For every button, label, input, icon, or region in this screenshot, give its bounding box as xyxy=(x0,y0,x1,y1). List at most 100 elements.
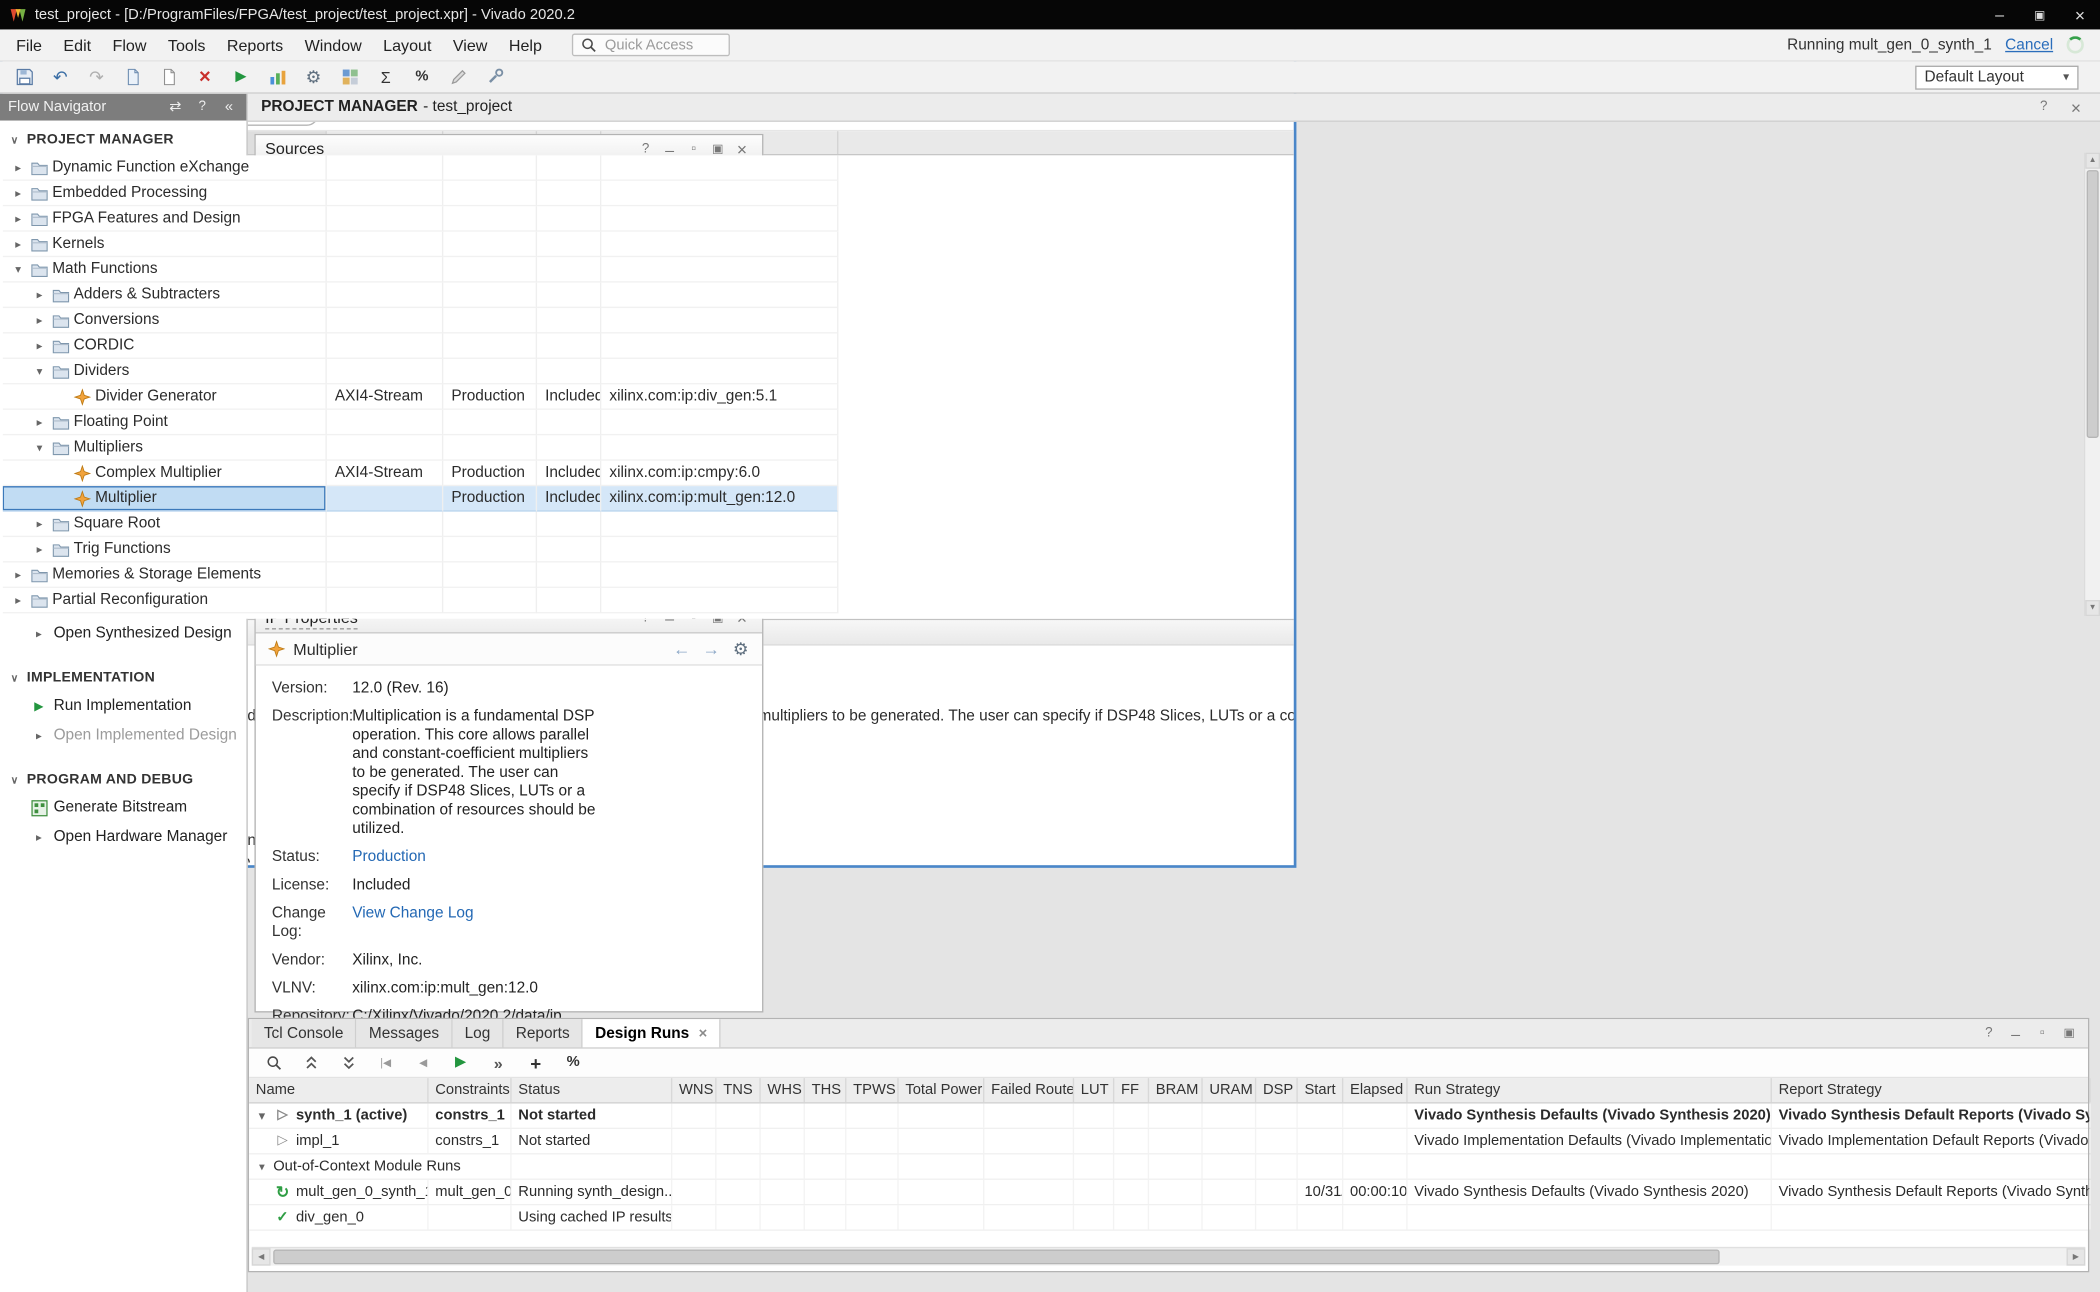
scrollbar-thumb[interactable] xyxy=(273,1250,1719,1265)
column-header-tns[interactable]: TNS xyxy=(717,1078,761,1102)
tab-log[interactable]: Log xyxy=(453,1019,504,1047)
column-header-name[interactable]: Name xyxy=(249,1078,428,1102)
chevron-right-icon[interactable]: ▸ xyxy=(32,542,47,557)
menu-window[interactable]: Window xyxy=(294,33,373,57)
close-button[interactable]: × xyxy=(2060,0,2100,29)
column-header-report-strategy[interactable]: Report Strategy xyxy=(1772,1078,2091,1102)
minimize-button[interactable]: – xyxy=(1979,0,2019,29)
expand-all-button[interactable] xyxy=(336,1051,360,1075)
chevron-down-icon[interactable]: ▾ xyxy=(11,262,26,277)
catalog-row-kernels[interactable]: ▸Kernels xyxy=(3,232,1294,257)
catalog-row-multiplier[interactable]: MultiplierProductionIncludedxilinx.com:i… xyxy=(3,486,1294,511)
edit-button[interactable] xyxy=(442,64,474,91)
chevron-right-icon[interactable]: ▸ xyxy=(32,287,47,302)
catalog-row-floating-point[interactable]: ▸Floating Point xyxy=(3,410,1294,435)
help-button[interactable]: ? xyxy=(2033,96,2054,117)
chevron-down-icon[interactable]: ▾ xyxy=(32,364,47,379)
menu-view[interactable]: View xyxy=(442,33,498,57)
catalog-row-math-functions[interactable]: ▾Math Functions xyxy=(3,257,1294,282)
menu-layout[interactable]: Layout xyxy=(372,33,442,57)
field-value[interactable]: Production xyxy=(352,848,426,867)
field-value[interactable]: View Change Log xyxy=(352,904,473,942)
catalog-row-memories-storage-elements[interactable]: ▸Memories & Storage Elements xyxy=(3,563,1294,588)
run-button[interactable]: ▶ xyxy=(225,64,257,91)
nav-open-implemented-design[interactable]: ▸Open Implemented Design xyxy=(0,721,246,750)
menu-flow[interactable]: Flow xyxy=(102,33,157,57)
chevron-down-icon[interactable]: ▾ xyxy=(32,440,47,455)
minimize-button[interactable]: – xyxy=(2005,1023,2026,1044)
tab-reports[interactable]: Reports xyxy=(504,1019,583,1047)
undo-button[interactable]: ↶ xyxy=(44,64,76,91)
sum-button[interactable]: Σ xyxy=(370,64,402,91)
chevron-right-icon[interactable]: ▸ xyxy=(11,236,26,251)
chevron-right-icon[interactable]: ▸ xyxy=(11,185,26,200)
search-button[interactable] xyxy=(261,1051,285,1075)
maximize-button[interactable]: ▣ xyxy=(2020,0,2060,29)
chevron-down-icon[interactable]: ▾ xyxy=(254,1108,269,1123)
back-button[interactable]: ← xyxy=(671,638,692,659)
nav-generate-bitstream[interactable]: Generate Bitstream xyxy=(0,793,246,822)
chevron-right-icon[interactable]: ▸ xyxy=(31,626,46,641)
percent-button[interactable]: % xyxy=(406,64,438,91)
run-row-mult-gen-0-synth-1[interactable]: ↻mult_gen_0_synth_1mult_gen_0Running syn… xyxy=(249,1180,2088,1205)
chevron-right-icon[interactable]: ▸ xyxy=(32,516,47,531)
chevron-right-icon[interactable]: ▸ xyxy=(11,593,26,608)
run-row-out-of-context-module-runs[interactable]: ▾Out-of-Context Module Runs xyxy=(249,1154,2088,1179)
column-header-wns[interactable]: WNS xyxy=(672,1078,716,1102)
collapse-nav-button[interactable]: « xyxy=(220,98,239,117)
chevron-right-icon[interactable]: ▸ xyxy=(11,160,26,175)
nav-open-hardware-manager[interactable]: ▸Open Hardware Manager xyxy=(0,822,246,851)
menu-file[interactable]: File xyxy=(5,33,52,57)
maximize-button[interactable]: ▣ xyxy=(2058,1023,2079,1044)
nav-open-synthesized-design[interactable]: ▸Open Synthesized Design xyxy=(0,619,246,648)
column-header-bram[interactable]: BRAM xyxy=(1149,1078,1203,1102)
menu-help[interactable]: Help xyxy=(498,33,552,57)
paste-button[interactable] xyxy=(153,64,185,91)
nav-run-implementation[interactable]: ▶Run Implementation xyxy=(0,691,246,720)
catalog-row-partial-reconfiguration[interactable]: ▸Partial Reconfiguration xyxy=(3,588,1294,613)
close-tab-icon[interactable]: × xyxy=(699,1025,708,1041)
catalog-row-dividers[interactable]: ▾Dividers xyxy=(3,359,1294,384)
menu-reports[interactable]: Reports xyxy=(216,33,294,57)
redo-button[interactable]: ↷ xyxy=(80,64,112,91)
column-header-elapsed[interactable]: Elapsed xyxy=(1343,1078,1407,1102)
column-header-failed-routes[interactable]: Failed Routes xyxy=(984,1078,1074,1102)
catalog-row-divider-generator[interactable]: Divider GeneratorAXI4-StreamProductionIn… xyxy=(3,384,1294,409)
column-header-start[interactable]: Start xyxy=(1298,1078,1344,1102)
tab-messages[interactable]: Messages xyxy=(357,1019,453,1047)
flow-section-header-implementation[interactable]: ∨IMPLEMENTATION xyxy=(0,664,246,691)
quick-access-search[interactable]: Quick Access xyxy=(571,33,729,56)
cancel-link[interactable]: Cancel xyxy=(2005,37,2053,53)
save-button[interactable] xyxy=(8,64,40,91)
report-button[interactable] xyxy=(261,64,293,91)
scroll-left-icon[interactable]: ◀ xyxy=(252,1248,271,1265)
collapse-all-button[interactable] xyxy=(299,1051,323,1075)
chevron-down-icon[interactable]: ▾ xyxy=(254,1159,269,1174)
debug-button[interactable] xyxy=(478,64,510,91)
column-header-run-strategy[interactable]: Run Strategy xyxy=(1408,1078,1772,1102)
tab-tcl-console[interactable]: Tcl Console xyxy=(252,1019,357,1047)
column-header-tpws[interactable]: TPWS xyxy=(846,1078,898,1102)
column-header-constraints[interactable]: Constraints xyxy=(429,1078,512,1102)
catalog-row-adders-subtracters[interactable]: ▸Adders & Subtracters xyxy=(3,283,1294,308)
column-header-whs[interactable]: WHS xyxy=(761,1078,805,1102)
run-row-impl-1[interactable]: ▷impl_1constrs_1Not startedVivado Implem… xyxy=(249,1129,2088,1154)
chevron-right-icon[interactable]: ▸ xyxy=(32,415,47,430)
chevron-right-icon[interactable]: ▸ xyxy=(31,728,46,743)
catalog-row-cordic[interactable]: ▸CORDIC xyxy=(3,333,1294,358)
go-forward-button[interactable]: » xyxy=(486,1051,510,1075)
horizontal-scrollbar[interactable]: ◀ ▶ xyxy=(252,1247,2085,1266)
nav-help-button[interactable]: ? xyxy=(193,98,212,117)
layout-selector[interactable]: Default Layout ▾ xyxy=(1915,65,2078,89)
forward-button[interactable]: → xyxy=(700,638,721,659)
column-header-lut[interactable]: LUT xyxy=(1074,1078,1114,1102)
close-button[interactable]: × xyxy=(2065,96,2086,117)
scroll-right-icon[interactable]: ▶ xyxy=(2067,1248,2086,1265)
chevron-right-icon[interactable]: ▸ xyxy=(32,313,47,328)
menu-edit[interactable]: Edit xyxy=(53,33,102,57)
tab-design-runs[interactable]: Design Runs× xyxy=(583,1019,721,1047)
chevron-right-icon[interactable]: ▸ xyxy=(11,211,26,226)
flow-section-header-project-manager[interactable]: ∨PROJECT MANAGER xyxy=(0,126,246,153)
catalog-row-multipliers[interactable]: ▾Multipliers xyxy=(3,435,1294,460)
settings-button[interactable]: ⚙ xyxy=(730,638,751,659)
